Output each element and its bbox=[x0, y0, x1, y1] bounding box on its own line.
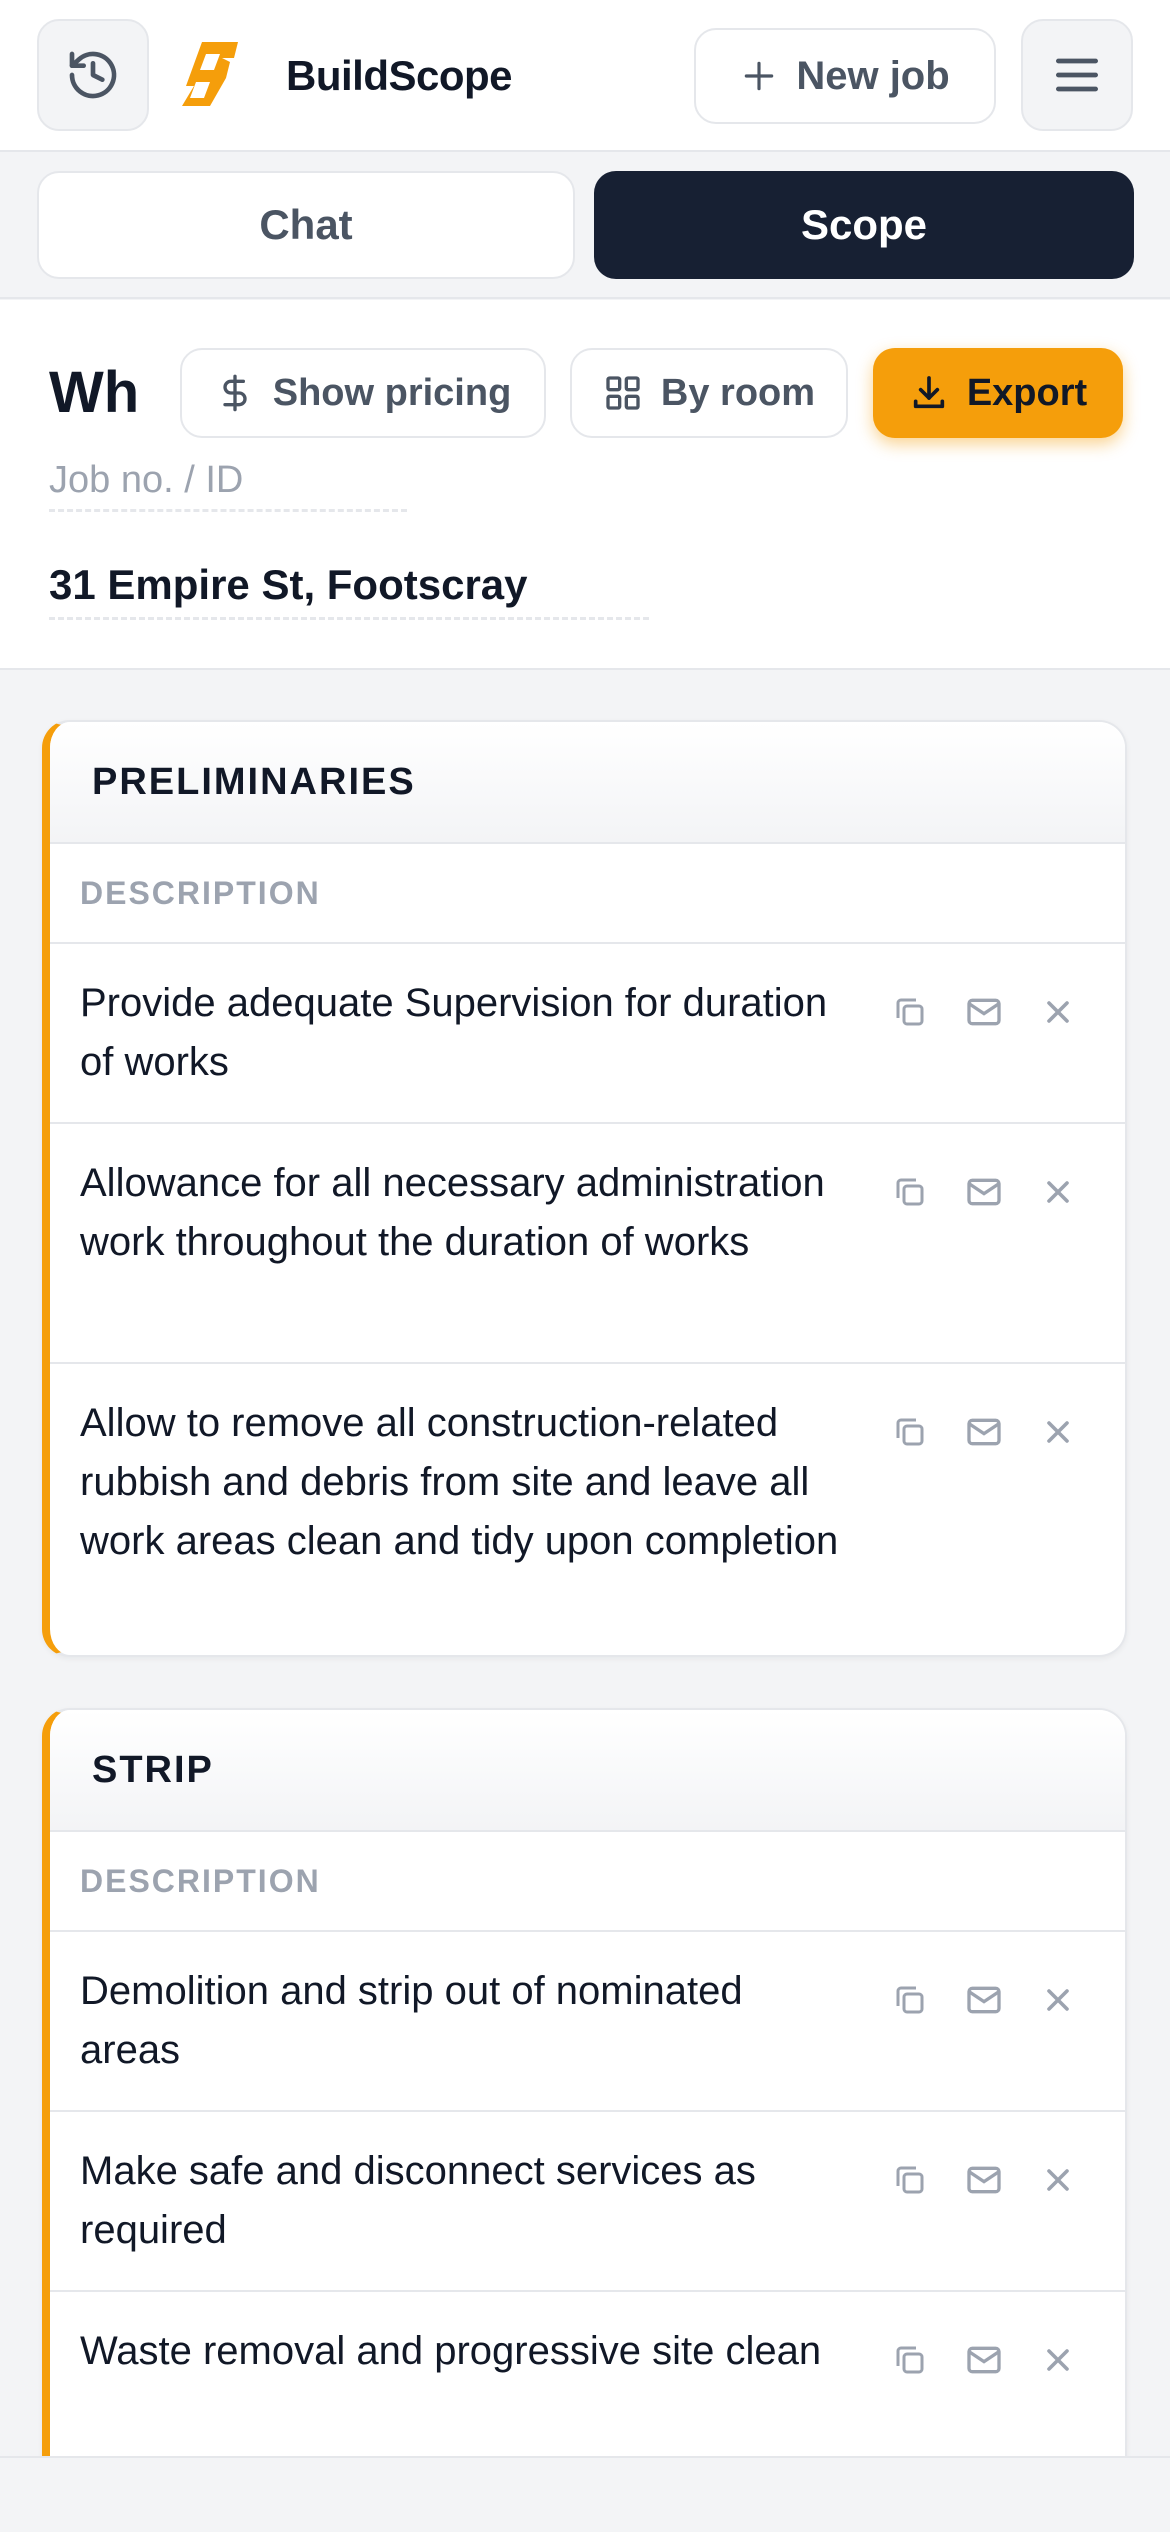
item-description[interactable]: Provide adequate Supervision for duratio… bbox=[80, 974, 840, 1092]
item-description[interactable]: Allowance for all necessary administrati… bbox=[80, 1154, 840, 1272]
buildscope-logo bbox=[182, 42, 238, 106]
email-button[interactable] bbox=[964, 2340, 1004, 2380]
history-icon bbox=[69, 51, 117, 99]
mail-icon bbox=[967, 2166, 1001, 2194]
email-button[interactable] bbox=[964, 992, 1004, 1032]
duplicate-button[interactable] bbox=[890, 2340, 930, 2380]
dollar-icon bbox=[223, 374, 247, 412]
duplicate-button[interactable] bbox=[890, 1172, 930, 1212]
email-button[interactable] bbox=[964, 1980, 1004, 2020]
history-button[interactable] bbox=[37, 19, 149, 131]
by-room-label: By room bbox=[660, 371, 816, 414]
section-strip: STRIP DESCRIPTION Demolition and strip o… bbox=[42, 1708, 1127, 2532]
show-pricing-button[interactable]: Show pricing bbox=[180, 348, 546, 438]
job-details-panel: Wh Show pricing By room Export Job no. /… bbox=[0, 300, 1170, 670]
duplicate-button[interactable] bbox=[890, 992, 930, 1032]
tab-scope[interactable]: Scope bbox=[594, 171, 1134, 279]
plus-icon bbox=[745, 61, 774, 91]
close-icon bbox=[1047, 1421, 1069, 1443]
item-description[interactable]: Waste removal and progressive site clean bbox=[80, 2322, 840, 2381]
copy-icon bbox=[896, 1178, 924, 1206]
close-icon bbox=[1047, 2349, 1069, 2371]
mail-icon bbox=[967, 2346, 1001, 2374]
delete-button[interactable] bbox=[1038, 2160, 1078, 2200]
email-button[interactable] bbox=[964, 1172, 1004, 1212]
menu-button[interactable] bbox=[1021, 19, 1133, 131]
address-field[interactable]: 31 Empire St, Footscray bbox=[49, 556, 649, 620]
column-header-description: DESCRIPTION bbox=[50, 1832, 1125, 1932]
delete-button[interactable] bbox=[1038, 1980, 1078, 2020]
copy-icon bbox=[896, 1986, 924, 2014]
close-icon bbox=[1047, 1181, 1069, 1203]
view-tabs: Chat Scope bbox=[0, 153, 1170, 299]
mail-icon bbox=[967, 1986, 1001, 2014]
copy-icon bbox=[896, 1418, 924, 1446]
copy-icon bbox=[896, 2166, 924, 2194]
export-label: Export bbox=[966, 371, 1088, 414]
item-actions bbox=[890, 2340, 1078, 2380]
export-button[interactable]: Export bbox=[873, 348, 1123, 438]
item-actions bbox=[890, 2160, 1078, 2200]
duplicate-button[interactable] bbox=[890, 1980, 930, 2020]
copy-icon bbox=[896, 998, 924, 1026]
duplicate-button[interactable] bbox=[890, 1412, 930, 1452]
list-item: Make safe and disconnect services as req… bbox=[50, 2112, 1125, 2292]
duplicate-button[interactable] bbox=[890, 2160, 930, 2200]
grid-icon bbox=[606, 376, 640, 410]
item-actions bbox=[890, 1172, 1078, 1212]
delete-button[interactable] bbox=[1038, 1412, 1078, 1452]
mail-icon bbox=[967, 1178, 1001, 1206]
list-item: Allowance for all necessary administrati… bbox=[50, 1124, 1125, 1364]
item-description[interactable]: Allow to remove all construction-related… bbox=[80, 1394, 840, 1571]
close-icon bbox=[1047, 1989, 1069, 2011]
delete-button[interactable] bbox=[1038, 2340, 1078, 2380]
brand-name: BuildScope bbox=[286, 52, 513, 99]
item-actions bbox=[890, 992, 1078, 1032]
download-icon bbox=[913, 376, 944, 409]
item-description[interactable]: Make safe and disconnect services as req… bbox=[80, 2142, 840, 2260]
copy-icon bbox=[896, 2346, 924, 2374]
item-actions bbox=[890, 1980, 1078, 2020]
close-icon bbox=[1047, 2169, 1069, 2191]
email-button[interactable] bbox=[964, 2160, 1004, 2200]
item-description[interactable]: Demolition and strip out of nominated ar… bbox=[80, 1962, 840, 2080]
job-title[interactable]: Wh bbox=[49, 358, 139, 428]
by-room-button[interactable]: By room bbox=[570, 348, 848, 438]
hamburger-menu-icon bbox=[1056, 58, 1098, 92]
email-button[interactable] bbox=[964, 1412, 1004, 1452]
section-preliminaries: PRELIMINARIES DESCRIPTION Provide adequa… bbox=[42, 720, 1127, 1657]
delete-button[interactable] bbox=[1038, 1172, 1078, 1212]
bottom-bar bbox=[0, 2456, 1170, 2532]
show-pricing-label: Show pricing bbox=[272, 371, 512, 414]
job-id-field[interactable]: Job no. / ID bbox=[49, 452, 407, 512]
list-item: Provide adequate Supervision for duratio… bbox=[50, 944, 1125, 1124]
section-title: PRELIMINARIES bbox=[50, 722, 1125, 844]
mail-icon bbox=[967, 1418, 1001, 1446]
close-icon bbox=[1047, 1001, 1069, 1023]
new-job-label: New job bbox=[796, 53, 950, 98]
item-actions bbox=[890, 1412, 1078, 1452]
delete-button[interactable] bbox=[1038, 992, 1078, 1032]
app-header: BuildScope New job bbox=[0, 0, 1170, 152]
mail-icon bbox=[967, 998, 1001, 1026]
column-header-description: DESCRIPTION bbox=[50, 844, 1125, 944]
section-title: STRIP bbox=[50, 1710, 1125, 1832]
list-item: Allow to remove all construction-related… bbox=[50, 1364, 1125, 1655]
list-item: Waste removal and progressive site clean bbox=[50, 2292, 1125, 2472]
new-job-button[interactable]: New job bbox=[694, 28, 996, 124]
tab-chat[interactable]: Chat bbox=[37, 171, 575, 279]
list-item: Demolition and strip out of nominated ar… bbox=[50, 1932, 1125, 2112]
